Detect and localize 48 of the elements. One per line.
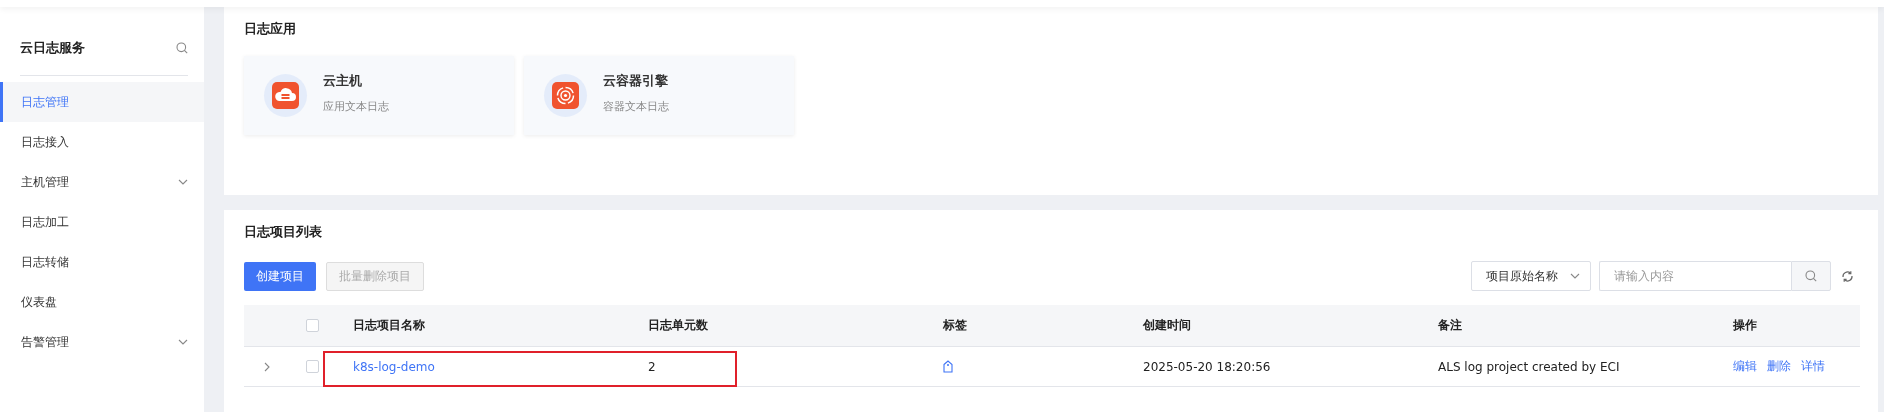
sidebar-item-label: 仪表盘 xyxy=(21,293,57,311)
filter-select[interactable]: 项目原始名称 xyxy=(1471,261,1591,291)
action-link[interactable]: 删除 xyxy=(1767,358,1791,375)
select-all-checkbox[interactable] xyxy=(306,319,319,332)
action-link[interactable]: 详情 xyxy=(1801,358,1825,375)
app-card[interactable]: 云容器引擎 容器文本日志 xyxy=(524,56,794,135)
column-header: 标签 xyxy=(942,317,968,334)
search-field[interactable]: 请输入内容 xyxy=(1599,261,1791,291)
tag-icon[interactable] xyxy=(943,360,953,373)
column-header: 日志项目名称 xyxy=(352,317,426,334)
refresh-icon xyxy=(1841,269,1854,283)
cloud-server-icon xyxy=(272,82,299,109)
app-name: 云容器引擎 xyxy=(603,71,669,90)
container-engine-icon xyxy=(552,82,579,109)
sidebar-item-label: 日志转储 xyxy=(21,253,69,271)
sidebar-item-label: 日志管理 xyxy=(21,93,69,111)
column-header: 操作 xyxy=(1732,317,1758,334)
app-description: 容器文本日志 xyxy=(603,98,669,114)
table-cell-text: 2025-05-20 18:20:56 xyxy=(1142,359,1272,374)
action-link[interactable]: 编辑 xyxy=(1733,358,1757,375)
search-button[interactable] xyxy=(176,42,188,54)
app-name: 云主机 xyxy=(323,71,363,90)
search-icon xyxy=(176,42,188,54)
sidebar-item-label: 主机管理 xyxy=(21,173,69,191)
section-title: 日志项目列表 xyxy=(244,223,323,241)
app-card[interactable]: 云主机 应用文本日志 xyxy=(244,56,514,135)
sidebar-item-label: 告警管理 xyxy=(21,333,69,351)
column-header: 创建时间 xyxy=(1142,317,1192,334)
expand-button[interactable] xyxy=(262,361,272,372)
app-description: 应用文本日志 xyxy=(323,98,389,114)
table-cell-text: 2 xyxy=(647,359,657,374)
column-header: 日志单元数 xyxy=(647,317,709,334)
sidebar-item-label: 日志接入 xyxy=(21,133,69,151)
chevron-down-icon xyxy=(178,337,188,347)
refresh-button[interactable] xyxy=(1841,269,1854,283)
chevron-icon xyxy=(262,361,272,372)
chevron-down-icon xyxy=(178,177,188,187)
chevron-down-icon xyxy=(1570,271,1580,281)
section-title: 日志应用 xyxy=(244,20,297,38)
table-cell-text: ALS log project created by ECI xyxy=(1437,359,1621,374)
row-checkbox[interactable] xyxy=(306,360,319,373)
sidebar-item[interactable]: 日志管理 xyxy=(0,82,204,122)
project-name-link[interactable]: k8s-log-demo xyxy=(353,359,435,374)
search-icon xyxy=(1805,270,1817,282)
sidebar-item-label: 日志加工 xyxy=(21,213,69,231)
column-header: 备注 xyxy=(1437,317,1463,334)
sidebar-title: 云日志服务 xyxy=(20,39,85,57)
create-project-button[interactable]: 创建项目 xyxy=(244,261,316,291)
